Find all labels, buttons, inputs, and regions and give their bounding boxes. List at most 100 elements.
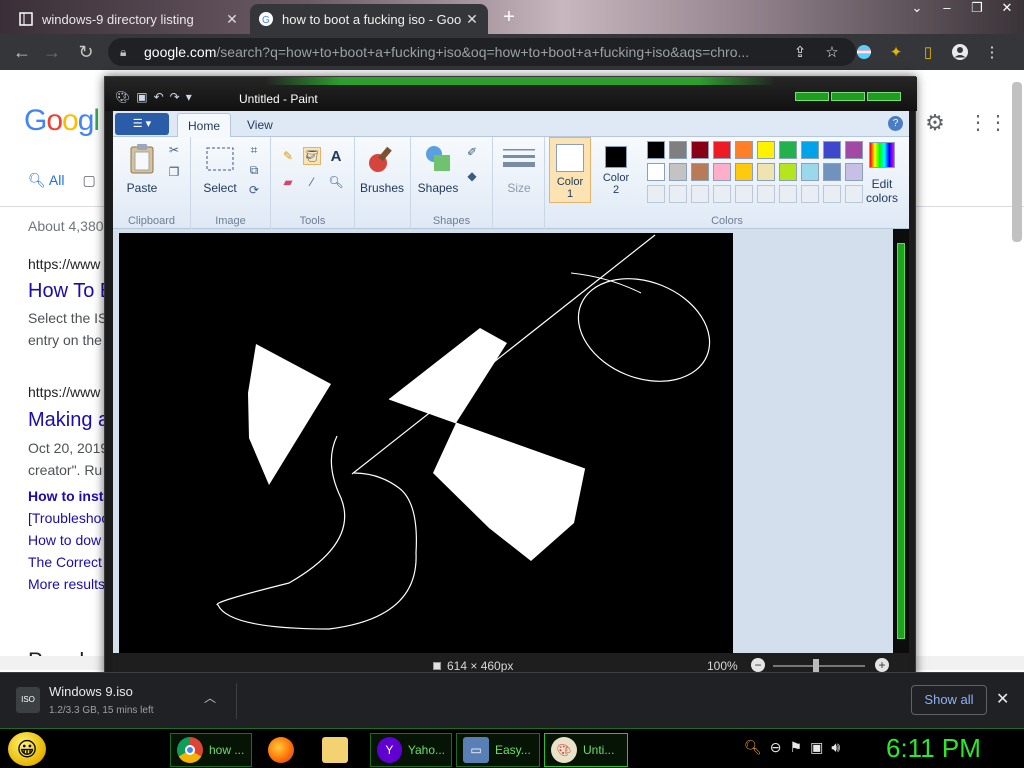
color2-button[interactable]: Color 2: [595, 137, 637, 203]
forward-icon[interactable]: →: [40, 40, 64, 64]
fill-bucket-icon[interactable]: 🪣︎: [303, 147, 321, 165]
taskbar-item-paint[interactable]: 🎨︎ Unti...: [544, 733, 628, 767]
custom-color-slot[interactable]: [801, 185, 819, 203]
palette-swatch[interactable]: [691, 163, 709, 181]
custom-color-slot[interactable]: [779, 185, 797, 203]
download-filename[interactable]: Windows 9.iso: [49, 684, 133, 699]
show-all-button[interactable]: Show all: [911, 685, 987, 715]
rotate-icon[interactable]: ⟳: [245, 181, 263, 199]
palette-swatch[interactable]: [691, 141, 709, 159]
scrollbar-thumb[interactable]: [897, 243, 905, 639]
sub-link[interactable]: How to insta: [28, 488, 111, 504]
brushes-button[interactable]: Brushes: [359, 141, 405, 195]
palette-swatch[interactable]: [801, 163, 819, 181]
maximize-button[interactable]: [831, 92, 865, 101]
palette-swatch[interactable]: [735, 163, 753, 181]
copy-icon[interactable]: ❐: [165, 163, 183, 181]
result-url[interactable]: https://www: [28, 384, 100, 400]
tab-directory-listing[interactable]: windows-9 directory listing ✕: [10, 4, 248, 34]
eraser-icon[interactable]: ▰: [279, 173, 297, 191]
pencil-icon[interactable]: ✎: [279, 147, 297, 165]
close-icon[interactable]: ✕: [996, 689, 1009, 709]
address-bar[interactable]: 🔒︎ google.com /search?q=how+to+boot+a+fu…: [108, 38, 856, 66]
custom-color-slot[interactable]: [691, 185, 709, 203]
tab-search-icon[interactable]: ⌄: [906, 0, 928, 20]
cut-icon[interactable]: ✂: [165, 141, 183, 159]
custom-color-slot[interactable]: [823, 185, 841, 203]
sub-link[interactable]: [Troubleshoo: [28, 510, 109, 526]
customize-qat-icon[interactable]: ▾: [186, 90, 192, 104]
palette-swatch[interactable]: [669, 163, 687, 181]
palette-swatch[interactable]: [757, 141, 775, 159]
text-tool-icon[interactable]: A: [327, 147, 345, 165]
volume-icon[interactable]: 🔊︎: [831, 739, 840, 756]
apps-grid-icon[interactable]: ⋮⋮⋮: [968, 110, 1024, 136]
palette-swatch[interactable]: [823, 141, 841, 159]
canvas-scrollbar[interactable]: [893, 229, 909, 653]
network-icon[interactable]: ▣: [810, 739, 823, 756]
palette-swatch[interactable]: [713, 141, 731, 159]
palette-swatch[interactable]: [823, 163, 841, 181]
drawing-canvas[interactable]: [119, 233, 733, 653]
minimize-icon[interactable]: –: [936, 0, 958, 20]
sub-link[interactable]: The Correct: [28, 554, 102, 570]
taskbar-item-explorer[interactable]: [316, 733, 354, 767]
palette-swatch[interactable]: [647, 141, 665, 159]
redo-icon[interactable]: ↷: [170, 90, 180, 104]
paint-titlebar[interactable]: 🎨︎ ▣ ↶ ↷ ▾ Untitled - Paint: [105, 77, 917, 111]
custom-color-slot[interactable]: [669, 185, 687, 203]
close-button[interactable]: [867, 92, 901, 101]
shapes-button[interactable]: Shapes: [415, 141, 461, 195]
sub-link[interactable]: How to dow: [28, 532, 101, 548]
palette-swatch[interactable]: [779, 141, 797, 159]
zoom-out-icon[interactable]: −: [751, 658, 765, 672]
save-icon[interactable]: ▣: [136, 90, 147, 104]
reload-icon[interactable]: ↻: [74, 40, 98, 64]
search-icon[interactable]: 🔍︎: [744, 739, 762, 756]
tab-home[interactable]: Home: [177, 113, 232, 137]
maximize-icon[interactable]: ❐: [966, 0, 988, 20]
palette-swatch[interactable]: [713, 163, 731, 181]
tab-view[interactable]: View: [237, 113, 283, 137]
taskbar-clock[interactable]: 6:11 PM: [886, 733, 981, 764]
paint-app-icon[interactable]: 🎨︎: [115, 90, 130, 104]
zoom-slider[interactable]: [773, 665, 865, 667]
google-logo[interactable]: Googl: [24, 104, 100, 138]
flag-icon[interactable]: ⚑: [790, 739, 803, 756]
side-panel-icon[interactable]: ▯: [912, 38, 944, 66]
taskbar-item-easy[interactable]: ▭ Easy...: [456, 733, 540, 767]
new-tab-button[interactable]: +: [498, 6, 520, 28]
size-button[interactable]: Size: [496, 141, 542, 195]
tab-google-search[interactable]: G how to boot a fucking iso - Goo ✕: [250, 4, 488, 34]
chrome-menu-icon[interactable]: ⋮: [976, 38, 1008, 66]
minus-circle-icon[interactable]: ⊖: [770, 739, 782, 756]
result-title[interactable]: Making a: [28, 409, 109, 432]
close-tab-icon[interactable]: ✕: [464, 11, 480, 28]
magnifier-icon[interactable]: 🔍︎: [327, 173, 345, 191]
share-icon[interactable]: ⇪: [784, 38, 816, 66]
taskbar-item-yahoo[interactable]: Y Yaho...: [370, 733, 452, 767]
palette-swatch[interactable]: [801, 141, 819, 159]
palette-swatch[interactable]: [669, 141, 687, 159]
extension-flag-icon[interactable]: [848, 38, 880, 66]
palette-swatch[interactable]: [647, 163, 665, 181]
back-icon[interactable]: ←: [10, 40, 34, 64]
close-window-icon[interactable]: ✕: [996, 0, 1018, 20]
custom-color-slot[interactable]: [757, 185, 775, 203]
result-title[interactable]: How To B: [28, 280, 113, 303]
resize-icon[interactable]: ⧉: [245, 161, 263, 179]
color1-button[interactable]: Color 1: [549, 137, 591, 203]
file-menu-button[interactable]: ☰ ▾: [115, 113, 169, 135]
sub-link[interactable]: More results: [28, 576, 105, 592]
undo-icon[interactable]: ↶: [154, 90, 164, 104]
settings-gear-icon[interactable]: ⚙: [922, 110, 948, 136]
taskbar-item-firefox[interactable]: [262, 733, 300, 767]
start-button[interactable]: 😀︎: [8, 732, 46, 766]
minimize-button[interactable]: [795, 92, 829, 101]
outline-icon[interactable]: ✐: [463, 143, 481, 161]
paste-button[interactable]: Paste: [119, 141, 165, 195]
fill-icon[interactable]: ◆: [463, 167, 481, 185]
zoom-in-icon[interactable]: +: [875, 658, 889, 672]
custom-color-slot[interactable]: [647, 185, 665, 203]
zoom-slider-thumb[interactable]: [813, 659, 819, 673]
